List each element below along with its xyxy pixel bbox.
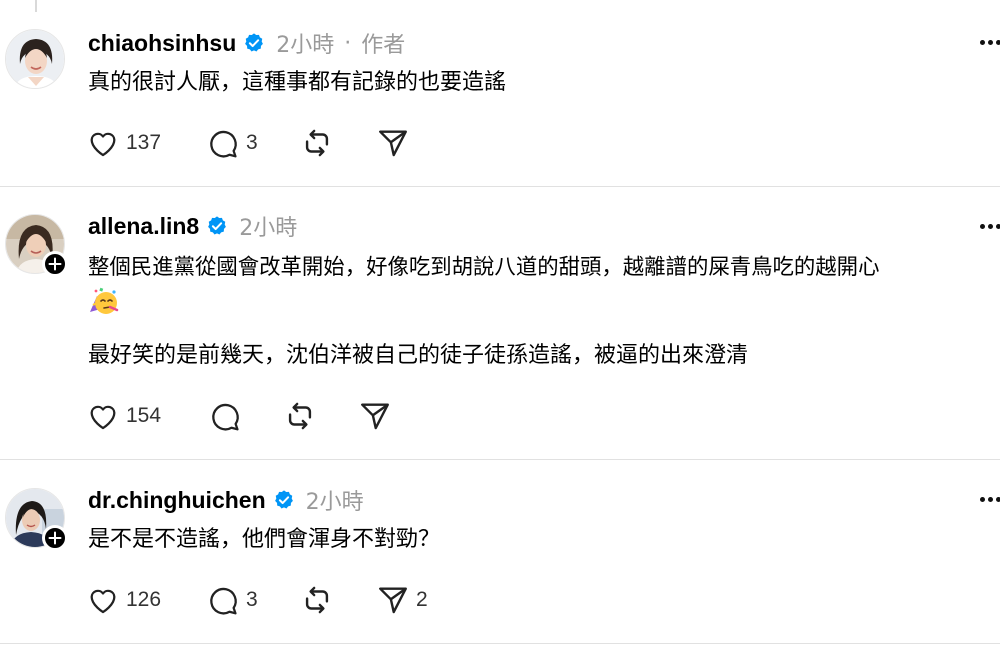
meta-separator: · — [344, 30, 352, 56]
post-text: 真的很討人厭，這種事都有記錄的也要造謠 — [88, 70, 507, 95]
reply-count: 3 — [246, 588, 258, 611]
comment-icon — [210, 130, 237, 158]
like-button[interactable]: 154 — [86, 399, 161, 433]
post-header: chiaohsinhsu 2小時 · 作者 — [88, 27, 405, 59]
username[interactable]: dr.chinghuichen — [88, 487, 266, 514]
share-button[interactable] — [376, 126, 416, 160]
follow-plus-icon[interactable] — [42, 251, 68, 277]
more-options-icon[interactable] — [980, 223, 1000, 231]
post-text-line: 整個民進黨從國會改革開始，好像吃到胡說八道的甜頭，越離譜的屎青鳥吃的越開心 — [88, 255, 880, 280]
post-divider — [0, 459, 1000, 460]
repost-button[interactable] — [300, 583, 334, 617]
share-button[interactable] — [358, 399, 398, 433]
like-button[interactable]: 126 — [86, 583, 161, 617]
post-text: 是不是不造謠，他們會渾身不對勁？ — [88, 527, 441, 552]
partying-face-emoji-icon — [88, 286, 120, 318]
verified-badge-icon — [206, 215, 228, 237]
post-time: 2小時 — [239, 216, 298, 241]
like-button[interactable]: 137 — [86, 126, 161, 160]
reply-button[interactable]: 3 — [206, 583, 258, 617]
repost-button[interactable] — [300, 126, 334, 160]
post-divider — [0, 643, 1000, 644]
reply-button[interactable]: 3 — [206, 126, 258, 160]
send-icon — [379, 587, 407, 614]
post-divider — [0, 186, 1000, 187]
more-options-icon[interactable] — [980, 39, 1000, 47]
more-options-icon[interactable] — [980, 496, 1000, 504]
like-count: 126 — [126, 588, 162, 611]
username[interactable]: chiaohsinhsu — [88, 30, 236, 57]
post-header: dr.chinghuichen 2小時 — [88, 484, 364, 516]
post-time: 2小時 — [276, 33, 335, 58]
avatar[interactable] — [5, 29, 65, 89]
follow-plus-icon[interactable] — [42, 525, 68, 551]
verified-badge-icon — [273, 489, 295, 511]
reply-count: 3 — [246, 131, 258, 154]
username[interactable]: allena.lin8 — [88, 213, 199, 240]
share-button[interactable]: 2 — [376, 583, 428, 617]
reply-button[interactable] — [208, 399, 248, 433]
post-time: 2小時 — [305, 490, 364, 515]
like-count: 137 — [126, 131, 162, 154]
repost-button[interactable] — [283, 399, 317, 433]
heart-icon — [90, 589, 116, 614]
like-count: 154 — [126, 404, 162, 427]
thread-replies-list: chiaohsinhsu 2小時 · 作者 真的很討人厭，這種事都有記錄的也要造… — [0, 0, 1000, 667]
send-icon — [379, 130, 407, 157]
post-text-line: 最好笑的是前幾天，沈伯洋被自己的徒子徒孫造謠，被逼的出來澄清 — [88, 343, 749, 368]
post-header: allena.lin8 2小時 — [88, 210, 297, 242]
send-icon — [361, 403, 389, 430]
heart-icon — [90, 132, 116, 157]
comment-icon — [212, 403, 239, 431]
repost-icon — [288, 402, 312, 430]
share-count: 2 — [416, 588, 428, 611]
verified-badge-icon — [243, 32, 265, 54]
repost-icon — [305, 129, 329, 157]
heart-icon — [90, 405, 116, 430]
thread-connector-line — [35, 0, 37, 12]
author-tag: 作者 — [361, 33, 406, 58]
comment-icon — [210, 587, 237, 615]
repost-icon — [305, 586, 329, 614]
